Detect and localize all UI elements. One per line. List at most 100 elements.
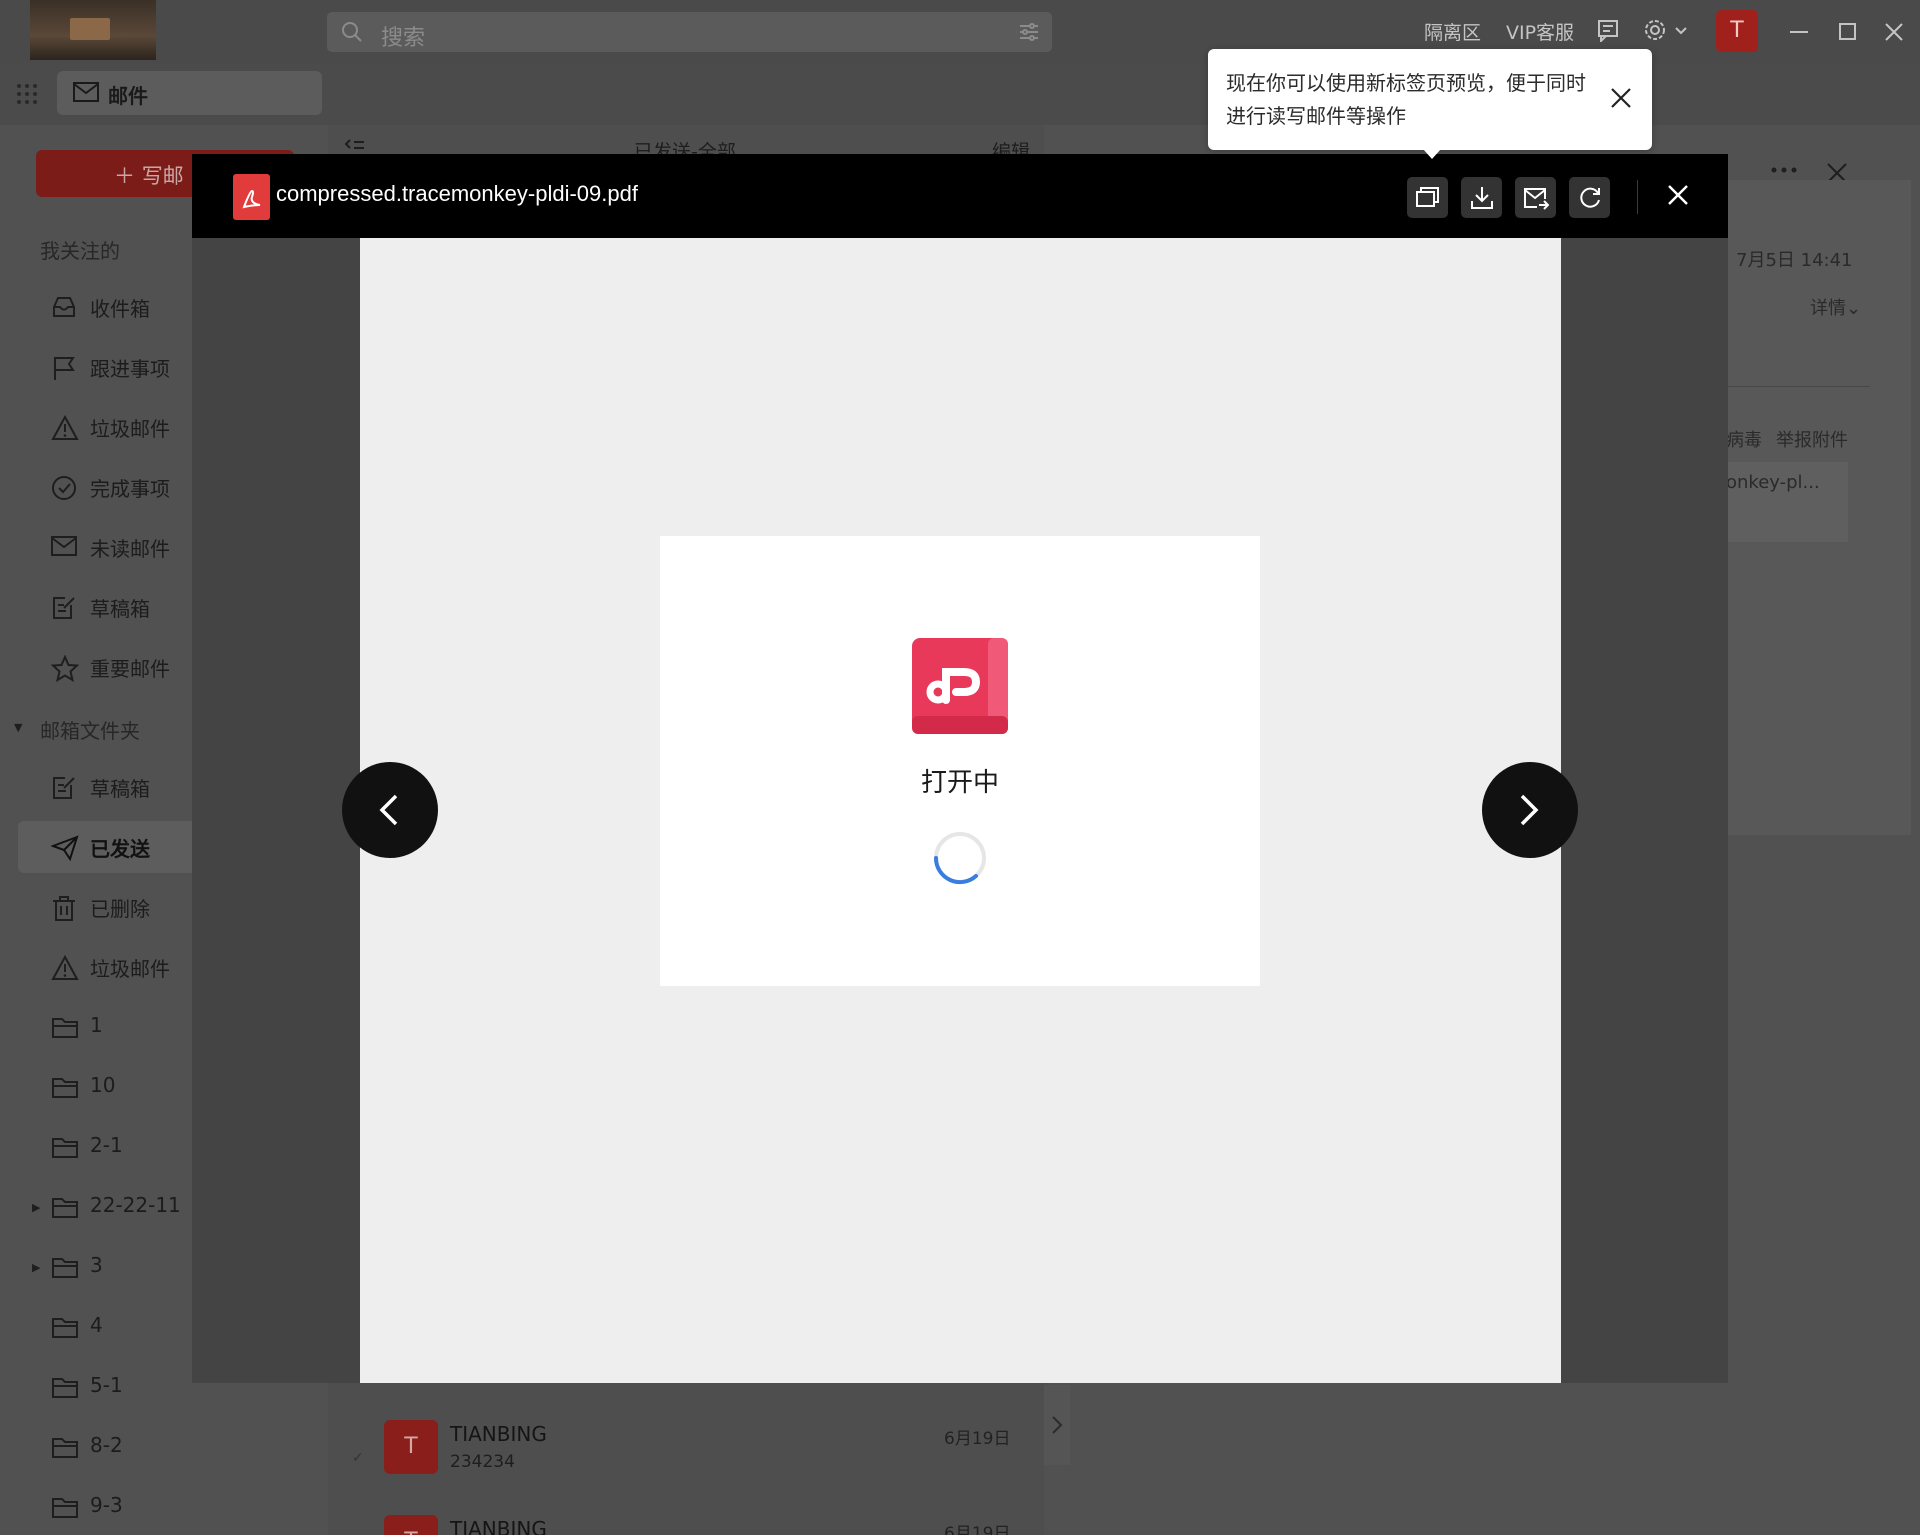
date: 6月19日 (944, 1524, 1011, 1535)
sidebar-item-label: 3 (90, 1253, 103, 1277)
chevron-left-icon (379, 794, 398, 826)
window-close-icon[interactable] (1885, 23, 1903, 41)
virus-scan-link[interactable]: 病毒 (1726, 426, 1762, 452)
warning-icon (51, 955, 79, 980)
new-tab-tip-tooltip: 现在你可以使用新标签页预览，便于同时进行读写邮件等操作 (1208, 49, 1652, 159)
mail-icon (73, 82, 99, 102)
sidebar-item-folder-9-3[interactable]: 9-3 (18, 1481, 308, 1533)
chevron-down-icon[interactable] (1674, 26, 1688, 36)
maximize-icon[interactable] (1839, 23, 1856, 40)
folder-icon (52, 1138, 78, 1158)
sidebar-item-label: 未读邮件 (90, 537, 170, 561)
apps-grid-icon[interactable] (16, 83, 38, 105)
rotate-button[interactable] (1569, 177, 1610, 218)
check-circle-icon (52, 476, 76, 500)
download-button[interactable] (1461, 177, 1502, 218)
sidebar-item-label: 已删除 (90, 897, 150, 921)
avatar: T (384, 1515, 438, 1535)
pdf-page: 打开中 (360, 238, 1561, 1383)
filter-icon[interactable] (1018, 21, 1040, 43)
download-icon (1471, 187, 1493, 209)
send-icon (51, 835, 79, 861)
collapse-caret-icon[interactable]: ▼ (14, 721, 22, 734)
wps-pdf-logo-icon (912, 638, 1008, 734)
flag-icon (54, 357, 75, 380)
sidebar-item-label: 22-22-11 (90, 1193, 181, 1217)
avatar: T (384, 1420, 438, 1474)
vip-service-link[interactable]: VIP客服 (1506, 18, 1574, 45)
avatar[interactable]: T (1716, 10, 1758, 52)
folder-icon (52, 1318, 78, 1338)
forward-mail-button[interactable] (1515, 177, 1556, 218)
refresh-icon (1580, 187, 1600, 208)
chevron-right-icon (1052, 1416, 1063, 1434)
folder-icon (52, 1078, 78, 1098)
subject: 234234 (450, 1452, 515, 1472)
tab-mail-label: 邮件 (108, 84, 148, 108)
minimize-icon[interactable] (1790, 30, 1808, 34)
pdf-viewer: compressed.tracemonkey-pldi-09.pdf 打开中 (192, 154, 1728, 1383)
toolbar-divider (1637, 180, 1638, 214)
folder-icon (52, 1018, 78, 1038)
list-expand-handle[interactable] (1044, 1385, 1070, 1465)
more-icon[interactable] (1771, 166, 1797, 174)
check-icon[interactable]: ✓ (352, 1450, 364, 1466)
sidebar-item-label: 垃圾邮件 (90, 417, 170, 441)
sender: TIANBING (450, 1422, 547, 1446)
mail-icon (51, 536, 77, 556)
table-row[interactable]: T TIANBING 6月19日 (328, 1515, 1044, 1535)
report-attachment-link[interactable]: 举报附件 (1776, 426, 1848, 452)
details-link[interactable]: 详情⌄ (1810, 294, 1861, 320)
sidebar-item-label: 重要邮件 (90, 657, 170, 681)
folder-icon (52, 1378, 78, 1398)
sidebar-item-label: 完成事项 (90, 477, 170, 501)
open-in-new-tab-button[interactable] (1407, 177, 1448, 218)
folder-icon (52, 1498, 78, 1518)
file-name: compressed.tracemonkey-pldi-09.pdf (276, 181, 638, 206)
sidebar-item-label: 4 (90, 1313, 103, 1337)
chevron-right-icon (1520, 794, 1539, 826)
divider (1726, 386, 1870, 387)
pdf-file-icon (233, 174, 270, 220)
loading-card: 打开中 (660, 536, 1260, 986)
gear-icon[interactable] (1643, 18, 1667, 42)
tooltip-text: 现在你可以使用新标签页预览，便于同时进行读写邮件等操作 (1226, 71, 1586, 128)
sender: TIANBING (450, 1517, 547, 1535)
new-tab-icon (1416, 187, 1439, 207)
compose-label: ＋ 写邮 (114, 164, 184, 188)
search-placeholder: 搜索 (381, 26, 426, 51)
loading-text: 打开中 (920, 768, 999, 798)
sidebar-item-label: 5-1 (90, 1373, 123, 1397)
message-icon[interactable] (1597, 18, 1619, 42)
sidebar-item-label: 草稿箱 (90, 777, 150, 801)
draft-icon (53, 597, 75, 619)
next-page-button[interactable] (1482, 762, 1578, 858)
sidebar-item-label: 收件箱 (90, 297, 150, 321)
folder-icon (52, 1198, 78, 1218)
search-icon (342, 22, 362, 42)
loading-spinner-icon (933, 832, 986, 885)
attachment-card[interactable]: onkey-pl... (1726, 462, 1848, 542)
tab-mail[interactable]: 邮件 (57, 71, 322, 115)
folders-section-title: 邮箱文件夹 (40, 719, 140, 743)
folder-icon (52, 1438, 78, 1458)
sidebar-item-folder-8-2[interactable]: 8-2 (18, 1421, 308, 1473)
sidebar-item-label: 9-3 (90, 1493, 123, 1517)
folder-icon (52, 1258, 78, 1278)
sidebar-item-label: 2-1 (90, 1133, 123, 1157)
date: 6月19日 (944, 1429, 1011, 1449)
app-thumbnail (30, 0, 156, 60)
close-viewer-icon[interactable] (1665, 182, 1691, 208)
sidebar-item-label: 垃圾邮件 (90, 957, 170, 981)
sidebar-item-label: 10 (90, 1073, 116, 1097)
sidebar-item-label: 已发送 (90, 837, 150, 861)
draft-icon (53, 777, 75, 799)
previous-page-button[interactable] (342, 762, 438, 858)
sidebar-item-label: 1 (90, 1013, 103, 1037)
table-row[interactable]: ✓ T TIANBING 234234 6月19日 (328, 1420, 1044, 1510)
quarantine-link[interactable]: 隔离区 (1424, 18, 1481, 45)
viewer-toolbar: compressed.tracemonkey-pldi-09.pdf (192, 154, 1728, 238)
search-input[interactable]: 搜索 (327, 12, 1052, 52)
close-icon[interactable] (1610, 87, 1632, 109)
sidebar-item-label: 跟进事项 (90, 357, 170, 381)
